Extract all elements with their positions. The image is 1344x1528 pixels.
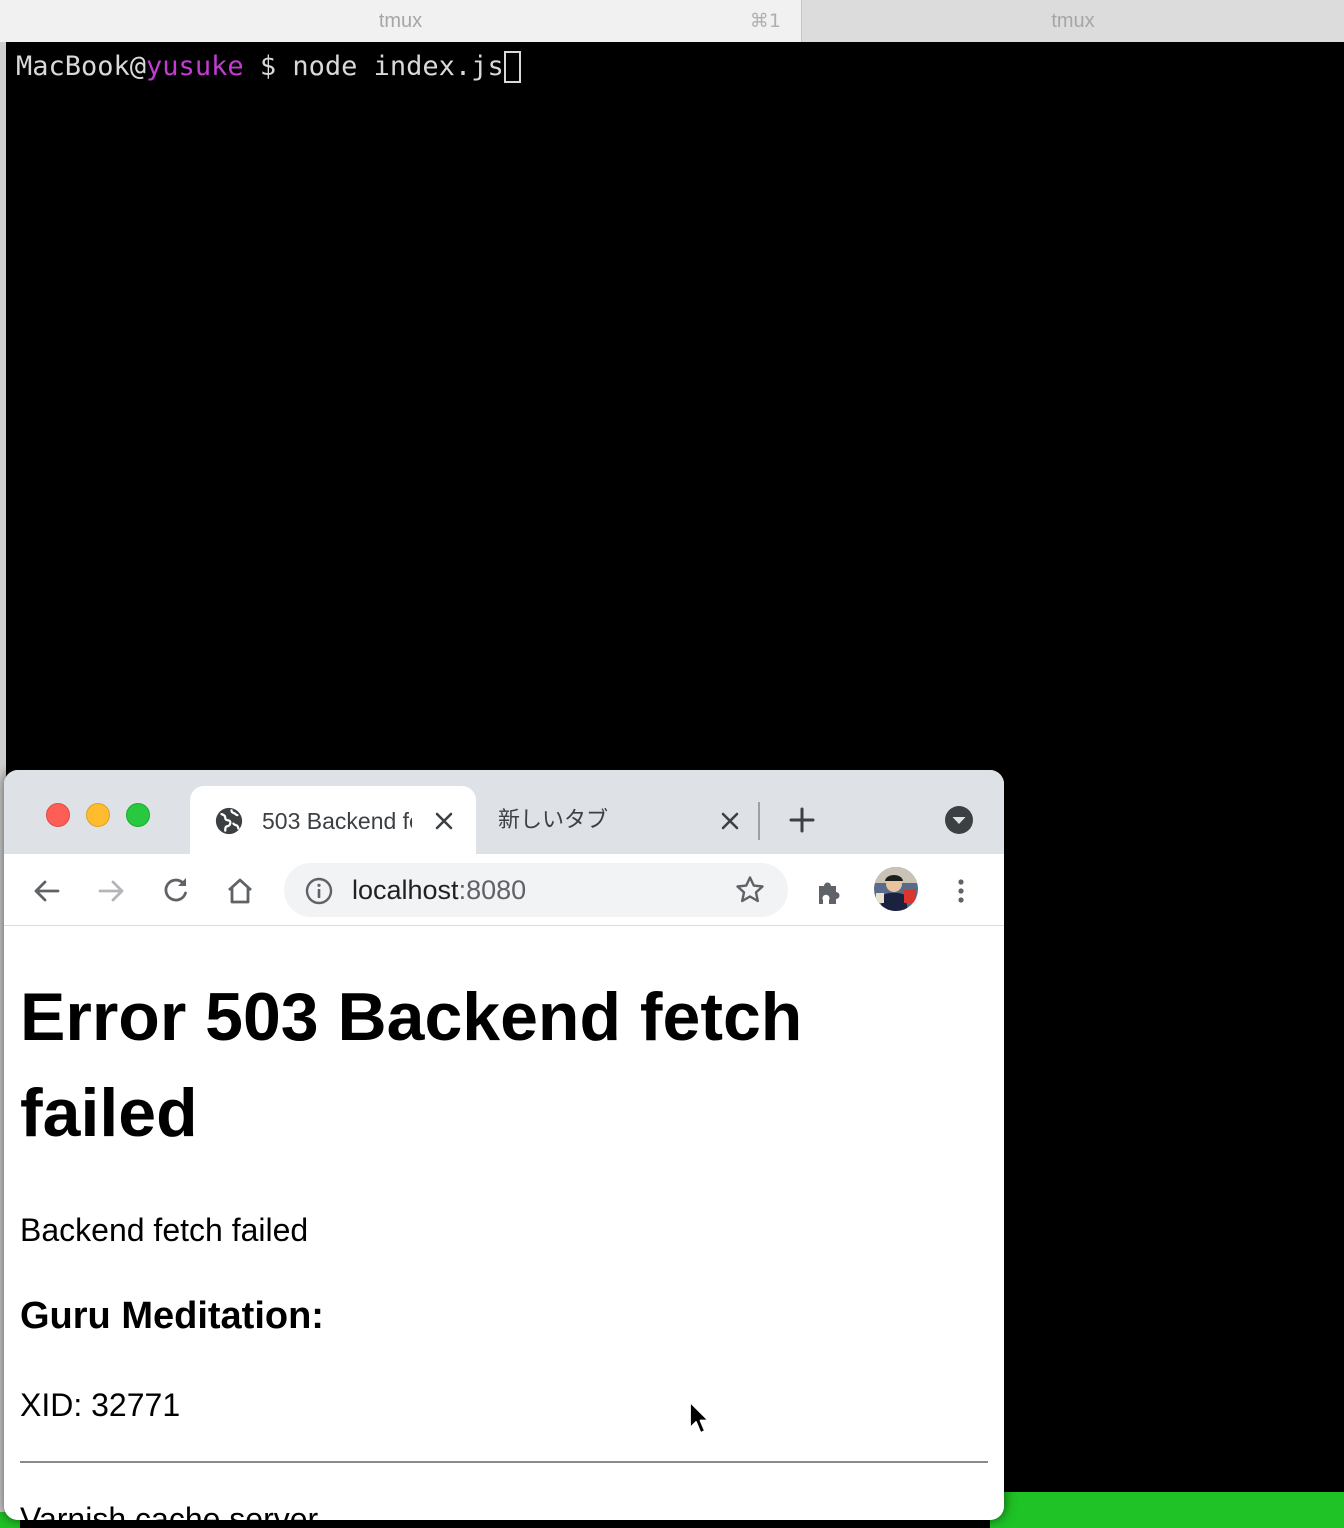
reload-icon[interactable] (159, 874, 193, 908)
prompt-user: MacBook@ (16, 51, 147, 82)
guru-meditation-heading: Guru Meditation: (20, 1295, 324, 1337)
url-host: localhost (352, 875, 459, 905)
browser-tab-title: 新しいタブ (498, 808, 609, 833)
xid-text: XID: 32771 (20, 1387, 181, 1423)
desktop-background-strip (990, 1492, 1344, 1528)
url-port: :8080 (458, 875, 527, 905)
error-message: Backend fetch failed (20, 1212, 309, 1248)
profile-avatar[interactable] (874, 867, 918, 911)
kebab-menu-icon[interactable] (944, 874, 978, 908)
address-bar[interactable]: localhost:8080 (284, 863, 788, 917)
close-tab-icon[interactable] (430, 807, 458, 835)
terminal-tab-label: tmux (378, 9, 423, 32)
back-arrow-icon[interactable] (30, 874, 64, 908)
globe-icon (215, 807, 243, 835)
divider (20, 1461, 988, 1463)
server-footer: Varnish cache server (20, 1501, 319, 1520)
new-tab-plus-icon[interactable] (787, 805, 817, 835)
error-heading: Error 503 Backend fetch failed (20, 979, 803, 1151)
terminal-tab-bar: tmux ⌘1 tmux (0, 0, 1344, 42)
prompt-host: yusuke (146, 51, 244, 82)
browser-title-bar: 503 Backend fetch failed 新しいタブ (4, 770, 1004, 856)
terminal-tab-shortcut: ⌘1 (749, 10, 781, 32)
minimize-window-button[interactable] (86, 803, 110, 827)
zoom-window-button[interactable] (126, 803, 150, 827)
prompt-symbol: $ (243, 51, 293, 82)
browser-toolbar: localhost:8080 (4, 854, 1004, 926)
terminal-tab-2[interactable]: tmux (802, 0, 1344, 42)
mouse-pointer-icon (689, 1401, 710, 1434)
browser-window: 503 Backend fetch failed 新しいタブ (4, 770, 1004, 1520)
home-icon[interactable] (223, 874, 257, 908)
avatar-image (874, 867, 918, 911)
browser-tab-active[interactable]: 503 Backend fetch failed (190, 786, 476, 856)
close-window-button[interactable] (46, 803, 70, 827)
terminal-prompt-line: MacBook@yusuke $ node index.js (16, 51, 521, 83)
terminal-cursor (503, 51, 521, 83)
tab-search-dropdown-icon[interactable] (944, 805, 974, 835)
terminal-tab-label: tmux (1051, 9, 1095, 32)
tab-separator (758, 802, 760, 840)
page-content: Error 503 Backend fetch failed Backend f… (4, 927, 1004, 1520)
forward-arrow-icon[interactable] (94, 874, 128, 908)
bookmark-star-icon[interactable] (734, 874, 766, 906)
address-url: localhost:8080 (352, 874, 526, 906)
browser-tab-title: 503 Backend fetch failed (262, 808, 412, 834)
site-info-icon[interactable] (304, 876, 334, 906)
browser-tab-inactive[interactable]: 新しいタブ (480, 786, 750, 854)
terminal-command: node index.js (292, 51, 504, 82)
close-tab-icon[interactable] (716, 807, 744, 835)
terminal-tab-1[interactable]: tmux ⌘1 (0, 0, 802, 42)
puzzle-icon[interactable] (814, 874, 848, 908)
